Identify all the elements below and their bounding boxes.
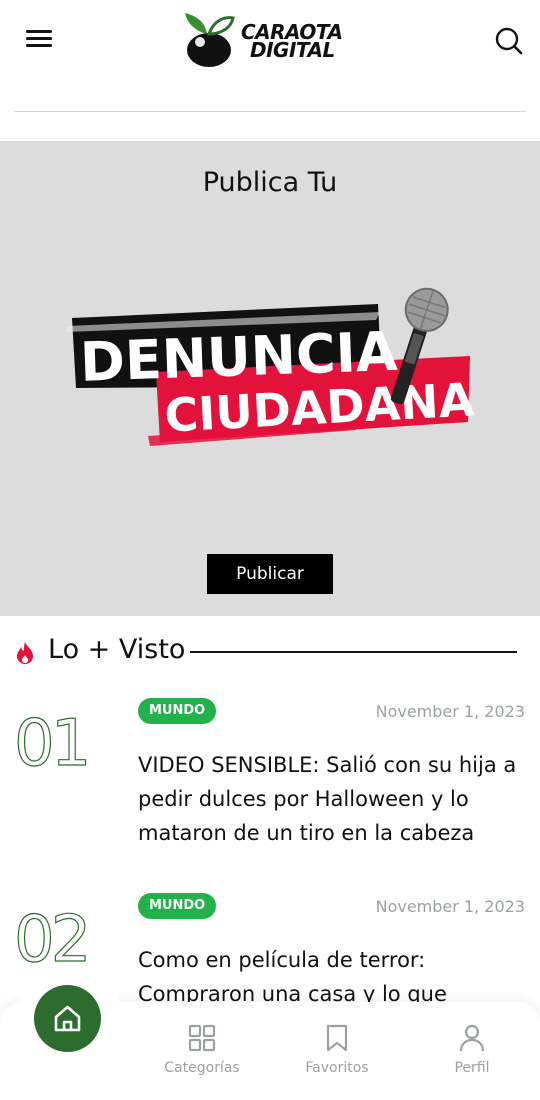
promo-banner: Publica Tu DENUNCIA CIUDADANA Publicar	[0, 141, 540, 616]
app-header: CARAOTA DIGITAL	[0, 0, 540, 80]
denuncia-ciudadana-graphic: DENUNCIA CIUDADANA	[66, 287, 476, 446]
article-title[interactable]: Como en película de terror: Compraron un…	[138, 943, 530, 1011]
logo-wordmark: CARAOTA DIGITAL	[241, 22, 343, 62]
search-icon[interactable]	[494, 26, 524, 56]
banner-heading: Publica Tu	[202, 167, 338, 198]
logo-line-2: DIGITAL	[250, 38, 335, 62]
caraota-bean-icon	[185, 13, 235, 67]
article-date: November 1, 2023	[375, 702, 525, 721]
home-button[interactable]	[34, 985, 101, 1052]
nav-label: Favoritos	[305, 1060, 369, 1076]
nav-label: Perfil	[454, 1060, 490, 1076]
home-icon	[54, 1005, 81, 1032]
category-badge[interactable]: MUNDO	[138, 698, 217, 724]
article-rank: 02	[13, 902, 92, 977]
article-date: November 1, 2023	[375, 897, 525, 916]
nav-label: Categorías	[164, 1060, 240, 1076]
category-badge[interactable]: MUNDO	[138, 893, 217, 919]
nav-item-favoritos[interactable]: Favoritos	[287, 1024, 387, 1084]
nav-item-perfil[interactable]: Perfil	[422, 1024, 522, 1084]
publicar-button[interactable]: Publicar	[207, 554, 333, 594]
fire-icon	[17, 642, 33, 664]
grid-icon	[188, 1024, 216, 1052]
bookmark-icon	[326, 1024, 348, 1052]
section-divider	[190, 651, 517, 653]
site-logo[interactable]: CARAOTA DIGITAL	[183, 10, 363, 70]
header-divider	[14, 111, 526, 112]
article-rank: 01	[13, 706, 92, 781]
most-viewed-header: Lo + Visto	[14, 632, 526, 672]
hamburger-menu-icon[interactable]	[24, 26, 54, 52]
bottom-navigation: Categorías Favoritos Perfil	[0, 968, 540, 1100]
nav-item-categorias[interactable]: Categorías	[152, 1024, 252, 1084]
section-title: Lo + Visto	[48, 634, 186, 665]
user-icon	[459, 1024, 485, 1052]
article-title[interactable]: VIDEO SENSIBLE: Salió con su hija a pedi…	[138, 748, 530, 850]
